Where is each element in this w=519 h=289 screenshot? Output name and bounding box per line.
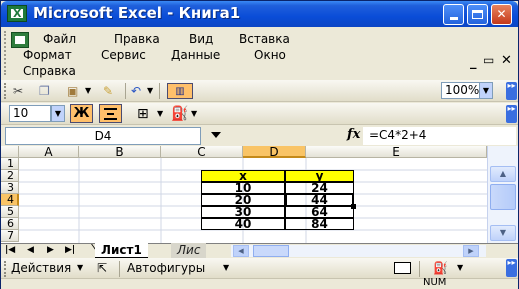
close-button[interactable]: ✕ — [491, 4, 512, 25]
doc-restore-icon[interactable]: ▭ — [483, 53, 494, 67]
maximize-icon — [472, 10, 483, 19]
formatting-toolbar: 10 ▼ Ж ⊞ ▼ ⛽ ▼ ▸▸ — [1, 103, 518, 125]
chart-wizard-icon[interactable]: ▥ — [167, 83, 193, 99]
menu-window[interactable]: Окно — [254, 48, 286, 62]
undo-icon[interactable]: ↶ — [131, 83, 141, 99]
title-bar[interactable]: Microsoft Excel - Книга1 ✕ — [1, 1, 518, 27]
worksheet-grid[interactable]: A B C D E 1 2 3 4 5 6 7 x y 10 24 20 44 … — [1, 146, 518, 243]
paste-icon[interactable]: ▣ — [67, 83, 78, 99]
doc-minimize-icon[interactable]: _ — [470, 55, 477, 70]
horizontal-scrollbar[interactable]: ◀ ▶ — [231, 245, 486, 257]
undo-dropdown-icon[interactable]: ▼ — [147, 83, 153, 99]
menu-file[interactable]: Файл — [43, 32, 76, 46]
formula-input[interactable]: =C4*2+4 — [363, 127, 516, 145]
toolbar-options-icon[interactable]: ▸▸ — [506, 105, 517, 123]
sheet-tab-active[interactable]: Лист1 — [95, 243, 148, 258]
window-title: Microsoft Excel - Книга1 — [33, 4, 241, 22]
scroll-right-icon[interactable]: ▶ — [463, 245, 479, 257]
menu-tools[interactable]: Сервис — [101, 48, 146, 62]
select-objects-icon[interactable]: ⇱ — [97, 260, 107, 276]
column-header-e[interactable]: E — [306, 146, 487, 158]
menu-bar: Файл Правка Вид Вставка Формат Сервис Да… — [1, 27, 518, 79]
toolbar-separator — [125, 83, 126, 99]
cut-icon[interactable]: ✂ — [13, 83, 23, 99]
next-sheet-icon[interactable]: ▶ — [47, 244, 54, 257]
fill-color-icon[interactable]: ⛽ — [171, 106, 188, 122]
zoom-dropdown-icon[interactable]: ▼ — [479, 82, 493, 99]
column-header-a[interactable]: A — [19, 146, 79, 158]
column-header-d[interactable]: D — [243, 146, 306, 158]
toolbar-separator — [119, 261, 120, 277]
actions-dropdown-icon[interactable]: ▼ — [77, 260, 83, 276]
excel-app-icon[interactable] — [7, 5, 27, 22]
name-box-dropdown-icon[interactable] — [211, 132, 221, 138]
first-sheet-icon[interactable]: |◀ — [5, 244, 15, 257]
cell-d6[interactable]: 84 — [285, 218, 354, 230]
fill-color-dropdown-icon[interactable]: ▼ — [191, 106, 197, 122]
borders-dropdown-icon[interactable]: ▼ — [157, 106, 163, 122]
active-cell-border — [285, 193, 354, 207]
menu-help[interactable]: Справка — [23, 64, 76, 78]
toolbar-grip[interactable] — [4, 261, 7, 277]
format-painter-icon[interactable]: ✎ — [103, 83, 113, 99]
minimize-button[interactable] — [443, 4, 464, 25]
paste-dropdown-icon[interactable]: ▼ — [85, 83, 91, 99]
actions-menu[interactable]: Действия — [11, 260, 71, 276]
menu-view[interactable]: Вид — [189, 32, 213, 46]
fill-handle[interactable] — [351, 204, 356, 209]
toolbar-separator — [419, 261, 420, 277]
status-bar: NUM — [1, 277, 518, 289]
vertical-scrollbar[interactable]: ▲ ▼ — [487, 146, 518, 243]
last-sheet-icon[interactable]: ▶| — [65, 244, 75, 257]
column-header-b[interactable]: B — [79, 146, 161, 158]
insert-function-icon[interactable]: fx — [347, 127, 360, 142]
menu-edit[interactable]: Правка — [114, 32, 160, 46]
horizontal-scroll-thumb[interactable] — [253, 245, 289, 257]
font-size-dropdown-icon[interactable]: ▼ — [51, 105, 65, 122]
menu-insert[interactable]: Вставка — [239, 32, 290, 46]
font-size-select[interactable]: 10 — [9, 105, 51, 122]
bold-button[interactable]: Ж — [70, 104, 93, 123]
menu-grip[interactable] — [4, 31, 7, 75]
row-header-7[interactable]: 7 — [1, 230, 19, 242]
scroll-down-icon[interactable]: ▼ — [490, 225, 516, 241]
sheet-tab-bar: |◀ ◀ ▶ ▶| Лист1 Лис ◀ ▶ — [1, 243, 518, 258]
workbook-icon[interactable] — [11, 32, 29, 48]
excel-window: Microsoft Excel - Книга1 ✕ Файл Правка В… — [0, 0, 519, 289]
borders-icon[interactable]: ⊞ — [137, 106, 149, 122]
autoshapes-dropdown-icon[interactable]: ▼ — [223, 260, 229, 276]
standard-toolbar: ✂ ❐ ▣ ▼ ✎ ↶ ▼ ▥ 100% ▼ ▸▸ — [1, 80, 518, 102]
name-box[interactable]: D4 — [5, 127, 201, 145]
toolbar-separator — [159, 83, 160, 99]
doc-close-icon[interactable]: ✕ — [501, 53, 512, 68]
formula-bar: D4 fx =C4*2+4 — [1, 126, 518, 146]
sheet-tab-other[interactable]: Лис — [171, 243, 207, 258]
minimize-icon — [450, 17, 458, 20]
vertical-scroll-thumb[interactable] — [490, 184, 516, 210]
menu-data[interactable]: Данные — [171, 48, 220, 62]
fill-color-dropdown-icon[interactable]: ▼ — [457, 260, 463, 276]
scroll-left-icon[interactable]: ◀ — [233, 245, 249, 257]
column-header-c[interactable]: C — [161, 146, 243, 158]
num-lock-indicator: NUM — [423, 277, 447, 288]
toolbar-options-icon[interactable]: ▸▸ — [506, 82, 517, 100]
menu-format[interactable]: Формат — [23, 48, 72, 62]
rectangle-icon[interactable] — [394, 262, 411, 274]
copy-icon[interactable]: ❐ — [39, 83, 50, 99]
autoshapes-menu[interactable]: Автофигуры — [127, 260, 205, 276]
align-center-button[interactable] — [99, 104, 122, 123]
maximize-button[interactable] — [467, 4, 488, 25]
close-icon: ✕ — [496, 7, 507, 21]
prev-sheet-icon[interactable]: ◀ — [27, 244, 34, 257]
toolbar-options-icon[interactable]: ▸▸ — [506, 259, 517, 277]
cell-c6[interactable]: 40 — [201, 218, 285, 230]
scroll-up-icon[interactable]: ▲ — [490, 166, 516, 182]
drawing-toolbar: Действия ▼ ⇱ Автофигуры ▼ ⛽ ▼ ▸▸ — [1, 258, 518, 278]
fill-color-icon[interactable]: ⛽ — [433, 260, 448, 276]
toolbar-grip[interactable] — [4, 83, 7, 99]
